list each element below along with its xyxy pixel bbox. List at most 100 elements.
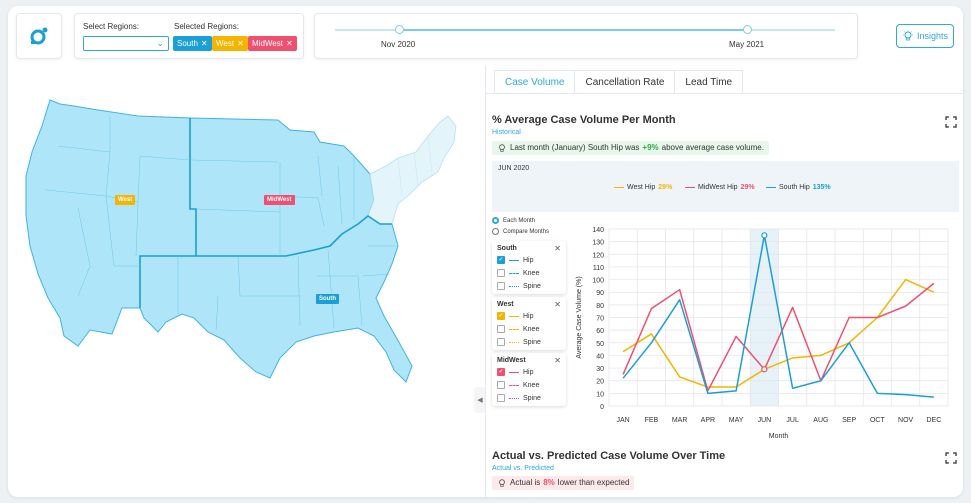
expand-icon[interactable] [945, 116, 957, 128]
filter-row-knee[interactable]: Knee [497, 381, 539, 389]
filter-row-label: Spine [523, 282, 541, 290]
filter-row-knee[interactable]: Knee [497, 269, 539, 277]
map-label-west: West [115, 195, 136, 205]
y-tick-label: 130 [592, 240, 604, 247]
x-axis-label: Month [769, 433, 789, 440]
y-tick-label: 90 [596, 290, 604, 297]
line-style-solid [509, 315, 519, 317]
legend-item-midwest: MidWest Hip 29% [685, 184, 755, 191]
filter-row-label: Spine [523, 338, 541, 346]
line-style-dashed [509, 272, 519, 274]
chip-south[interactable]: South ✕ [173, 36, 212, 51]
chevron-down-icon: ⌄ [156, 38, 164, 48]
remove-icon[interactable]: ✕ [237, 39, 244, 48]
note-text-post: above average case volume. [661, 143, 764, 152]
chip-label: South [177, 39, 198, 48]
series-point [761, 232, 768, 239]
y-tick-label: 20 [596, 379, 604, 386]
close-icon[interactable]: ✕ [554, 356, 561, 365]
tab-bar: Case Volume Cancellation Rate Lead Time [486, 70, 963, 94]
map-region-northeast [367, 115, 457, 225]
x-tick-label: OCT [870, 417, 886, 424]
us-map[interactable]: West MidWest South [18, 96, 458, 396]
filter-box-west: West ✕ ✓ Hip Knee Spine [492, 297, 566, 350]
legend-label: West Hip [627, 184, 656, 191]
tab-cancellation-rate[interactable]: Cancellation Rate [574, 70, 676, 93]
select-regions-label: Select Regions: [83, 22, 140, 31]
checkbox[interactable] [497, 325, 505, 333]
timeline-end-handle[interactable] [743, 25, 752, 34]
tab-case-volume[interactable]: Case Volume [494, 70, 576, 93]
timeline-selection [399, 29, 748, 31]
filter-row-label: Spine [523, 394, 541, 402]
filter-row-spine[interactable]: Spine [497, 338, 541, 346]
line-chart-svg: 0 10 20 30 40 50 60 70 80 90 100 110 120 130 140 JAN FEB… [576, 227, 949, 440]
selected-regions-label: Selected Regions: [174, 22, 239, 31]
filter-row-hip[interactable]: ✓ Hip [497, 368, 534, 376]
filter-row-label: Knee [523, 381, 540, 389]
mode-label: Each Month [503, 217, 536, 224]
y-tick-label: 50 [596, 341, 604, 348]
y-tick-label: 110 [593, 265, 604, 272]
x-tick-label: JAN [617, 417, 630, 424]
y-tick-label: 10 [596, 391, 604, 398]
map-label-midwest: MidWest [264, 195, 295, 205]
note-value: +9% [642, 143, 659, 152]
x-tick-label: JUN [758, 417, 772, 424]
filter-row-hip[interactable]: ✓ Hip [497, 256, 534, 264]
note-value: 8% [543, 478, 555, 487]
mode-each-month[interactable]: Each Month [492, 217, 535, 224]
legend-value: 135% [812, 184, 831, 191]
checkbox[interactable] [497, 282, 505, 290]
radio-icon [492, 228, 499, 235]
timeline-start-handle[interactable] [395, 25, 404, 34]
filter-box-south: South ✕ ✓ Hip Knee Spine [492, 241, 566, 294]
close-icon[interactable]: ✕ [554, 244, 561, 253]
y-tick-label: 40 [596, 353, 604, 360]
checkbox-checked[interactable]: ✓ [497, 312, 505, 320]
insight-note: Last month (January) South Hip was +9% a… [492, 141, 769, 155]
insights-button[interactable]: Insights [896, 24, 954, 48]
expand-icon[interactable] [945, 452, 957, 464]
legend-value: 29% [658, 184, 673, 191]
note-text-post: lower than expected [557, 478, 630, 487]
y-tick-label: 30 [596, 366, 604, 373]
legend-value: 29% [740, 184, 755, 191]
filter-row-spine[interactable]: Spine [497, 282, 541, 290]
y-tick-label: 70 [596, 316, 604, 323]
checkbox[interactable] [497, 394, 505, 402]
filter-row-label: Hip [523, 256, 534, 264]
filter-box-midwest: MidWest ✕ ✓ Hip Knee Spine [492, 353, 566, 406]
checkbox[interactable] [497, 381, 505, 389]
x-tick-label: JUL [786, 417, 799, 424]
checkbox[interactable] [497, 269, 505, 277]
line-style-dashed [509, 328, 519, 330]
chip-label: West [216, 39, 235, 48]
x-tick-label: DEC [926, 417, 941, 424]
remove-icon[interactable]: ✕ [286, 39, 293, 48]
y-tick-label: 140 [592, 227, 604, 234]
note-text-pre: Last month (January) South Hip was [510, 143, 640, 152]
lightbulb-icon [499, 479, 505, 487]
line-style-solid [509, 371, 519, 373]
radio-icon [492, 217, 499, 224]
y-tick-label: 100 [592, 278, 604, 285]
chip-midwest[interactable]: MidWest ✕ [248, 36, 297, 51]
chip-west[interactable]: West ✕ [212, 36, 248, 51]
checkbox-checked[interactable]: ✓ [497, 256, 505, 264]
region-select[interactable]: ⌄ [83, 36, 169, 51]
filter-box-title: MidWest [497, 357, 526, 364]
close-icon[interactable]: ✕ [554, 300, 561, 309]
x-tick-label: SEP [842, 417, 856, 424]
filter-row-label: Knee [523, 325, 540, 333]
checkbox-checked[interactable]: ✓ [497, 368, 505, 376]
tab-lead-time[interactable]: Lead Time [674, 70, 744, 93]
filter-row-label: Knee [523, 269, 540, 277]
filter-row-spine[interactable]: Spine [497, 394, 541, 402]
checkbox[interactable] [497, 338, 505, 346]
mode-label: Compare Months [503, 228, 550, 235]
filter-row-hip[interactable]: ✓ Hip [497, 312, 534, 320]
remove-icon[interactable]: ✕ [201, 39, 208, 48]
filter-row-knee[interactable]: Knee [497, 325, 539, 333]
mode-compare-months[interactable]: Compare Months [492, 228, 549, 235]
